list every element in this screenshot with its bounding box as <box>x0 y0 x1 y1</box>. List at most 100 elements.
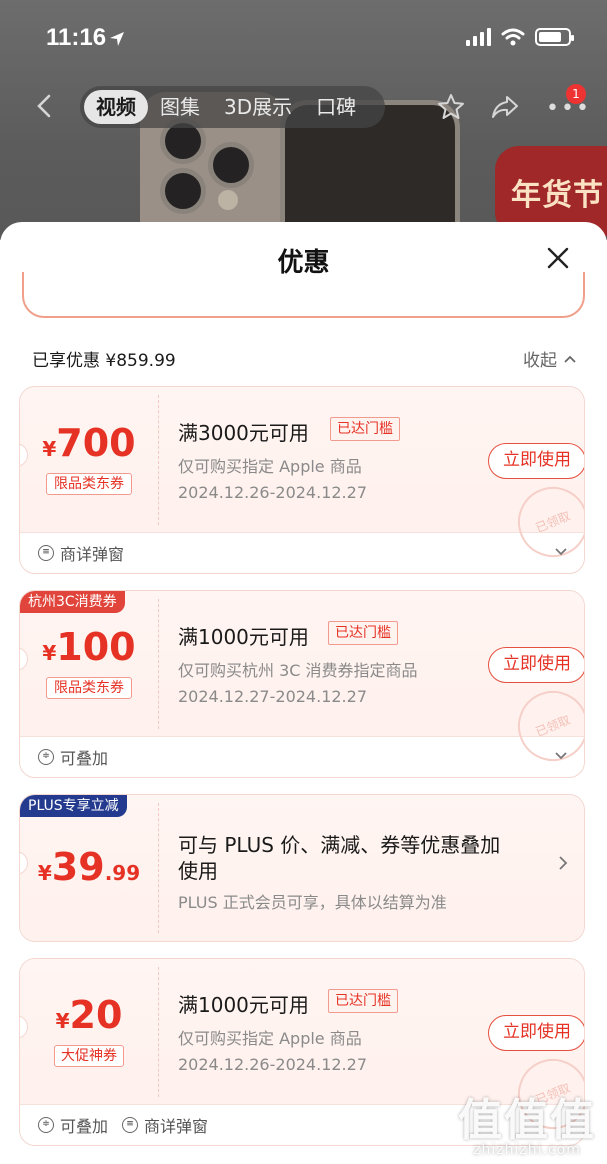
coupon-card: ¥100 限品类东券 满1000元可用 已达门槛 仅可购买杭州 3C 消费券指定… <box>19 590 585 778</box>
coupon-description: 仅可购买指定 Apple 商品 <box>178 1029 362 1048</box>
share-icon[interactable] <box>490 92 520 122</box>
coupon-condition: 满1000元可用 <box>178 625 309 649</box>
use-now-button[interactable]: 立即使用 <box>488 647 584 683</box>
chevron-up-icon <box>564 355 576 363</box>
coupon-amount: ¥20 <box>20 993 158 1037</box>
divider <box>158 803 159 933</box>
divider <box>158 599 159 729</box>
detail-popup-tag: ≡ 商详弹窗 <box>38 541 124 565</box>
previous-card-edge <box>22 272 585 318</box>
close-icon[interactable] <box>545 245 571 271</box>
stackable-tag: ≑ 可叠加 <box>38 745 108 769</box>
hangzhou-3c-tag: 杭州3C消费券 <box>20 591 125 613</box>
summary-label: 已享优惠 ¥859.99 <box>32 351 176 371</box>
status-time: 11:16 <box>46 24 107 51</box>
currency-symbol: ¥ <box>42 641 57 665</box>
coupon-amount: ¥39.99 <box>20 845 158 889</box>
notification-badge: 1 <box>566 84 586 104</box>
foot-label: 可叠加 <box>60 749 109 768</box>
coupon-description: 仅可购买杭州 3C 消费券指定商品 <box>178 661 418 680</box>
amount-value: 100 <box>56 625 136 669</box>
coupon-details: 满1000元可用 已达门槛 仅可购买杭州 3C 消费券指定商品 2024.12.… <box>178 591 584 772</box>
threshold-badge: 已达门槛 <box>330 417 400 441</box>
popup-icon: ≡ <box>122 1117 139 1133</box>
stack-icon: ≑ <box>38 749 54 765</box>
product-header: 年货节 11:16 视频 图集 3D展示 口碑 ••• 1 <box>0 0 607 240</box>
status-bar: 11:16 <box>0 0 607 78</box>
popup-icon: ≡ <box>38 545 54 561</box>
amount-value: 700 <box>56 421 136 465</box>
plus-condition-line2: 使用 <box>178 859 218 883</box>
status-icons <box>466 28 574 46</box>
nav-bar: 视频 图集 3D展示 口碑 ••• <box>0 82 607 130</box>
coupon-condition: 满1000元可用 <box>178 993 309 1017</box>
coupon-value: ¥700 限品类东券 <box>20 387 158 533</box>
back-icon[interactable] <box>36 94 52 118</box>
coupon-card: ¥700 限品类东券 满3000元可用 已达门槛 仅可购买指定 Apple 商品… <box>19 386 585 574</box>
stackable-tag: ≑ 可叠加 <box>38 1113 108 1137</box>
coupon-type-tag: 限品类东券 <box>46 473 132 495</box>
coupon-date: 2024.12.26-2024.12.27 <box>178 483 367 502</box>
chevron-down-icon[interactable] <box>554 547 568 557</box>
currency-symbol: ¥ <box>55 1009 70 1033</box>
coupon-condition: 满3000元可用 <box>178 421 309 445</box>
site-watermark: 值值值 zhizhizhi.com <box>452 1084 602 1160</box>
wifi-icon <box>501 28 525 46</box>
coupon-footer[interactable]: ≑ 可叠加 <box>20 737 584 777</box>
threshold-badge: 已达门槛 <box>328 621 398 645</box>
media-tabs: 视频 图集 3D展示 口碑 <box>80 86 385 128</box>
amount-decimal: .99 <box>104 861 141 885</box>
coupon-body: ¥100 限品类东券 满1000元可用 已达门槛 仅可购买杭州 3C 消费券指定… <box>20 591 584 772</box>
tab-reviews[interactable]: 口碑 <box>304 90 368 124</box>
chevron-down-icon[interactable] <box>554 751 568 761</box>
collapse-label: 收起 <box>523 351 557 371</box>
coupon-date: 2024.12.27-2024.12.27 <box>178 687 367 706</box>
camera-lens <box>208 142 254 188</box>
amount-value: 20 <box>69 993 123 1037</box>
location-arrow-icon <box>110 32 124 46</box>
coupon-footer[interactable]: ≡ 商详弹窗 <box>20 533 584 573</box>
use-now-button[interactable]: 立即使用 <box>488 1015 584 1051</box>
use-now-button[interactable]: 立即使用 <box>488 443 584 479</box>
discount-sheet: 优惠 已享优惠 ¥859.99 收起 ¥700 限品类东券 满3000元可用 已… <box>0 222 607 1164</box>
coupon-amount: ¥100 <box>20 625 158 669</box>
camera-flash <box>218 190 238 210</box>
star-icon[interactable] <box>436 92 466 122</box>
coupon-amount: ¥700 <box>20 421 158 465</box>
watermark-url: zhizhizhi.com <box>473 1142 581 1158</box>
tab-3d[interactable]: 3D展示 <box>212 90 304 124</box>
camera-lens <box>160 168 206 214</box>
coupon-value: ¥20 大促神券 <box>20 959 158 1105</box>
detail-popup-tag: ≡ 商详弹窗 <box>122 1113 208 1137</box>
stack-icon: ≑ <box>38 1117 54 1133</box>
discount-summary: 已享优惠 ¥859.99 收起 <box>32 346 577 371</box>
coupon-type-tag: 限品类东券 <box>46 677 132 699</box>
foot-label: 商详弹窗 <box>144 1117 209 1136</box>
coupon-details: 满3000元可用 已达门槛 仅可购买指定 Apple 商品 2024.12.26… <box>178 387 584 568</box>
tab-video[interactable]: 视频 <box>84 90 148 124</box>
plus-exclusive-tag: PLUS专享立减 <box>20 795 127 817</box>
signal-icon <box>466 28 491 46</box>
threshold-badge: 已达门槛 <box>328 989 398 1013</box>
coupon-details: 可与 PLUS 价、满减、券等优惠叠加 使用 PLUS 正式会员可享，具体以结算… <box>178 795 578 941</box>
coupon-type-tag: 大促神券 <box>54 1045 124 1067</box>
divider <box>158 967 159 1097</box>
amount-value: 39 <box>51 845 105 889</box>
watermark-logo: 值值值 <box>458 1095 596 1146</box>
foot-label: 商详弹窗 <box>60 545 125 564</box>
divider <box>158 395 159 525</box>
chevron-right-icon[interactable] <box>558 855 568 871</box>
coupon-description: 仅可购买指定 Apple 商品 <box>178 457 362 476</box>
coupon-date: 2024.12.26-2024.12.27 <box>178 1055 367 1074</box>
plus-condition-line1: 可与 PLUS 价、满减、券等优惠叠加 <box>178 833 501 857</box>
coupon-body: ¥39.99 可与 PLUS 价、满减、券等优惠叠加 使用 PLUS 正式会员可… <box>20 795 584 941</box>
coupon-description: PLUS 正式会员可享，具体以结算为准 <box>178 893 447 912</box>
collapse-button[interactable]: 收起 <box>523 346 577 371</box>
currency-symbol: ¥ <box>37 861 52 885</box>
foot-label: 可叠加 <box>60 1117 109 1136</box>
plus-discount-card[interactable]: ¥39.99 可与 PLUS 价、满减、券等优惠叠加 使用 PLUS 正式会员可… <box>19 794 585 942</box>
battery-icon <box>535 28 574 46</box>
tab-gallery[interactable]: 图集 <box>148 90 212 124</box>
coupon-body: ¥700 限品类东券 满3000元可用 已达门槛 仅可购买指定 Apple 商品… <box>20 387 584 568</box>
currency-symbol: ¥ <box>42 437 57 461</box>
